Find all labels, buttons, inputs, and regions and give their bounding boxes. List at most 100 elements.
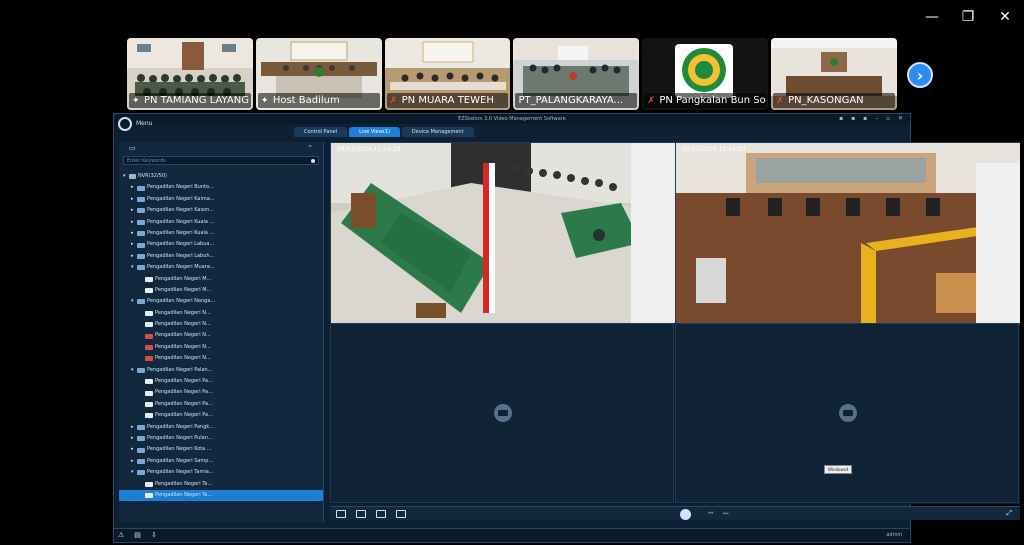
- participant-tile[interactable]: PT_PALANGKARAYA...: [513, 38, 640, 110]
- app-menu-button[interactable]: Menu: [136, 120, 152, 127]
- camera-icon: [145, 402, 153, 407]
- tree-item-label: Pengadilan Negeri N...: [155, 332, 211, 339]
- shared-screen-app: EZStation 3.0 Video Management Software …: [113, 113, 1020, 543]
- tree-item-label: Pengadilan Negeri Pa...: [155, 412, 213, 419]
- fullscreen-icon[interactable]: ⤢: [1006, 509, 1012, 518]
- tree-item[interactable]: Pengadilan Negeri M...: [119, 274, 323, 285]
- split-view-icon[interactable]: [356, 510, 366, 518]
- tree-item[interactable]: ▾ NVR(32/50): [119, 171, 323, 182]
- tree-item-label: Pengadilan Negeri Kaima...: [147, 195, 215, 202]
- camera-icon: [145, 413, 153, 419]
- video-cell-2[interactable]: 09/07/2024 11:14:20: [675, 142, 1020, 323]
- close-all-icon[interactable]: [376, 510, 386, 518]
- tree-item[interactable]: Pengadilan Negeri Ta...: [119, 489, 323, 502]
- participant-tile[interactable]: ✗ PN_KASONGAN: [771, 38, 897, 110]
- close-button[interactable]: ✕: [995, 8, 1015, 26]
- camera-icon: [145, 356, 153, 362]
- participant-tile[interactable]: ✗ PN Pangkalan Bun So...: [642, 38, 769, 110]
- tab-live-view[interactable]: Live View(1): [349, 127, 400, 137]
- tree-item[interactable]: ▸ Pengadilan Negeri Kason...: [119, 205, 323, 216]
- camera-icon: [145, 481, 153, 487]
- camera-timestamp: 09/07/2024 11:14:20: [682, 146, 746, 153]
- tree-item[interactable]: ▸ Pengadilan Negeri Pangk...: [119, 422, 323, 433]
- minimize-button[interactable]: —: [922, 8, 942, 26]
- step-forward-icon[interactable]: ⏭: [723, 510, 728, 518]
- device-group-icon: [137, 231, 145, 237]
- collapse-icon[interactable]: ⌃: [307, 144, 313, 152]
- camera-icon: [145, 345, 153, 351]
- video-cell-3[interactable]: [330, 323, 674, 503]
- mic-icon: ✦: [132, 96, 140, 106]
- tree-item-label: Pengadilan Negeri Ta...: [155, 480, 213, 487]
- tree-item[interactable]: Pengadilan Negeri N...: [119, 353, 323, 364]
- participant-tile[interactable]: ✦ Host Badilum: [255, 38, 382, 110]
- app-tabs: Control Panel Live View(1) Device Manage…: [294, 127, 474, 137]
- step-back-icon[interactable]: ⏮: [708, 510, 713, 518]
- current-user: admin: [886, 532, 902, 538]
- participant-tile[interactable]: ✦ PN TAMIANG LAYANG: [127, 38, 253, 110]
- tab-device-management[interactable]: Device Management: [401, 127, 474, 137]
- tree-item[interactable]: Pengadilan Negeri M...: [119, 285, 323, 296]
- camera-timestamp: 09/07/2024 11:14:20: [337, 146, 401, 153]
- participant-strip: ✦ PN TAMIANG LAYANG ✦ Host Badilum ✗ PN MUA…: [127, 38, 897, 110]
- tree-item[interactable]: Pengadilan Negeri N...: [119, 342, 323, 353]
- participant-tile[interactable]: ✗ PN MUARA TEWEH: [384, 38, 511, 110]
- pause-icon[interactable]: [680, 509, 691, 520]
- tree-item-label: Pengadilan Negeri Ta...: [155, 491, 213, 498]
- camera-icon: [145, 390, 153, 396]
- tree-item[interactable]: ▸ Pengadilan Negeri Kuala ...: [119, 217, 323, 228]
- tree-item[interactable]: ▸ Pengadilan Negeri Labuh...: [119, 251, 323, 262]
- tree-item[interactable]: Pengadilan Negeri Pa...: [119, 376, 323, 387]
- tree-item[interactable]: ▾ Pengadilan Negeri Tamia...: [119, 467, 323, 478]
- tree-item[interactable]: Pengadilan Negeri N...: [119, 319, 323, 330]
- device-group-icon: [137, 436, 145, 442]
- tree-item[interactable]: ▸ Pengadilan Negeri Labua...: [119, 239, 323, 250]
- device-group-icon: [137, 470, 145, 476]
- warning-icon[interactable]: ⚠: [118, 531, 124, 539]
- app-logo-icon: [118, 117, 132, 131]
- camera-icon: [145, 310, 153, 316]
- tree-item[interactable]: Pengadilan Negeri Ta...: [119, 479, 323, 490]
- device-search-input[interactable]: Enter Keywords: [123, 156, 319, 165]
- tab-control-panel[interactable]: Control Panel: [294, 127, 348, 137]
- camera-feed: [331, 143, 675, 323]
- snapshot-icon[interactable]: [396, 510, 406, 518]
- tree-item-label: Pengadilan Negeri M...: [155, 286, 212, 293]
- tree-item[interactable]: ▸ Pengadilan Negeri Kaima...: [119, 194, 323, 205]
- search-icon[interactable]: [311, 159, 315, 163]
- log-icon[interactable]: ▤: [134, 531, 141, 539]
- tree-item[interactable]: ▸ Pengadilan Negeri Bunto...: [119, 182, 323, 193]
- tree-item[interactable]: ▸ Pengadilan Negeri Samp...: [119, 456, 323, 467]
- tree-item[interactable]: ▸ Pengadilan Negeri Kuala ...: [119, 228, 323, 239]
- tree-item[interactable]: ▸ Pengadilan Negeri Kota ...: [119, 444, 323, 455]
- download-icon[interactable]: ⇩: [151, 531, 157, 539]
- tree-item[interactable]: Pengadilan Negeri N...: [119, 308, 323, 319]
- video-cell-1[interactable]: 09/07/2024 11:14:20: [330, 142, 675, 323]
- device-group-icon: [137, 242, 145, 248]
- participant-label: ✦ PN TAMIANG LAYANG: [129, 93, 251, 108]
- tree-item[interactable]: ▸ Pengadilan Negeri Pulan...: [119, 433, 323, 444]
- video-cell-4[interactable]: [675, 323, 1019, 503]
- tree-item-label: Pengadilan Negeri Nanga...: [147, 298, 216, 305]
- tree-item[interactable]: Pengadilan Negeri Pa...: [119, 399, 323, 410]
- tree-item-label: Pengadilan Negeri N...: [155, 355, 211, 362]
- tree-item[interactable]: Pengadilan Negeri N...: [119, 330, 323, 341]
- tree-item[interactable]: ▾ Pengadilan Negeri Palan...: [119, 365, 323, 376]
- device-icon[interactable]: ▭: [129, 144, 136, 152]
- no-video-camera-icon: [494, 404, 512, 422]
- restore-button[interactable]: ❐: [958, 8, 978, 26]
- live-view-grid: 09/07/2024 11:14:20 09/07/2024 11:14:20: [330, 142, 1020, 504]
- grid-layout-icon[interactable]: [336, 510, 346, 518]
- participant-label: ✦ Host Badilum: [257, 93, 380, 108]
- tree-item[interactable]: ▾ Pengadilan Negeri Muara...: [119, 262, 323, 273]
- tree-item[interactable]: Pengadilan Negeri Pa...: [119, 387, 323, 398]
- camera-icon: [145, 288, 153, 294]
- mic-muted-icon: ✗: [776, 96, 784, 106]
- device-group-icon: [137, 424, 145, 430]
- next-page-button[interactable]: ›: [907, 62, 933, 88]
- app-window-controls[interactable]: ▪ ▪ ▪ – ▫ ✕: [839, 115, 906, 122]
- device-group-icon: [137, 185, 145, 191]
- tree-item-label: Pengadilan Negeri Kason...: [147, 207, 215, 214]
- tree-item[interactable]: Pengadilan Negeri Pa...: [119, 410, 323, 421]
- tree-item[interactable]: ▾ Pengadilan Negeri Nanga...: [119, 296, 323, 307]
